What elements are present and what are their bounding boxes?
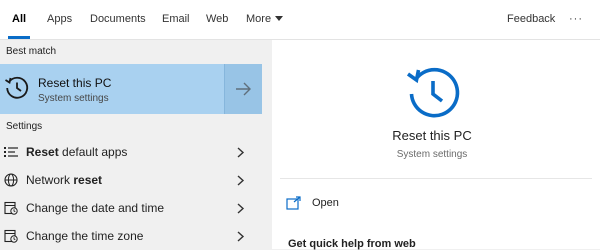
tab-all[interactable]: All — [12, 0, 26, 38]
chevron-right-icon — [237, 203, 245, 214]
tab-apps[interactable]: Apps — [47, 0, 72, 38]
globe-icon — [4, 173, 18, 187]
chevron-right-icon — [237, 231, 245, 242]
more-options-button[interactable]: ··· — [569, 0, 583, 38]
tab-web[interactable]: Web — [206, 0, 228, 38]
quick-help-heading: Get quick help from web — [288, 238, 416, 250]
open-window-icon — [286, 196, 301, 210]
calendar-clock-icon — [4, 201, 18, 215]
open-result-arrow-button[interactable] — [224, 64, 262, 114]
setting-label: Reset default apps — [26, 145, 128, 159]
arrow-right-icon — [236, 82, 251, 96]
preview-subtitle: System settings — [396, 149, 468, 160]
history-reset-icon — [406, 67, 460, 118]
best-match-title: Reset this PC — [38, 76, 112, 90]
open-action[interactable]: Open — [286, 195, 486, 215]
open-label: Open — [312, 197, 339, 209]
feedback-button[interactable]: Feedback — [507, 0, 555, 38]
setting-label: Network reset — [26, 173, 103, 187]
tab-more-label: More — [246, 13, 272, 25]
search-scope-tabs: All Apps Documents Email Web More Feedba… — [0, 0, 600, 40]
chevron-right-icon — [237, 175, 245, 186]
tab-documents[interactable]: Documents — [90, 0, 146, 38]
setting-reset-default-apps[interactable]: Reset default apps — [0, 139, 262, 166]
preview-title: Reset this PC — [392, 128, 472, 143]
setting-label: Change the time zone — [26, 229, 144, 243]
best-match-heading: Best match — [6, 46, 57, 57]
caret-down-icon — [275, 16, 284, 21]
best-match-result[interactable]: Reset this PC System settings — [0, 64, 262, 114]
setting-change-date-time[interactable]: Change the date and time — [0, 195, 262, 222]
setting-network-reset[interactable]: Network reset — [0, 167, 262, 194]
settings-heading: Settings — [6, 121, 43, 132]
setting-change-time-zone[interactable]: Change the time zone — [0, 223, 262, 250]
history-reset-icon — [5, 76, 29, 99]
calendar-clock-icon — [4, 229, 18, 243]
tab-email[interactable]: Email — [162, 0, 190, 38]
divider — [280, 178, 592, 179]
list-apps-icon — [4, 147, 18, 157]
setting-label: Change the date and time — [26, 201, 165, 215]
tab-more[interactable]: More — [246, 0, 284, 38]
chevron-right-icon — [237, 147, 245, 158]
active-tab-indicator — [8, 36, 30, 39]
result-preview-panel: Reset this PC System settings Open Get q… — [272, 40, 600, 250]
best-match-subtitle: System settings — [38, 93, 109, 104]
